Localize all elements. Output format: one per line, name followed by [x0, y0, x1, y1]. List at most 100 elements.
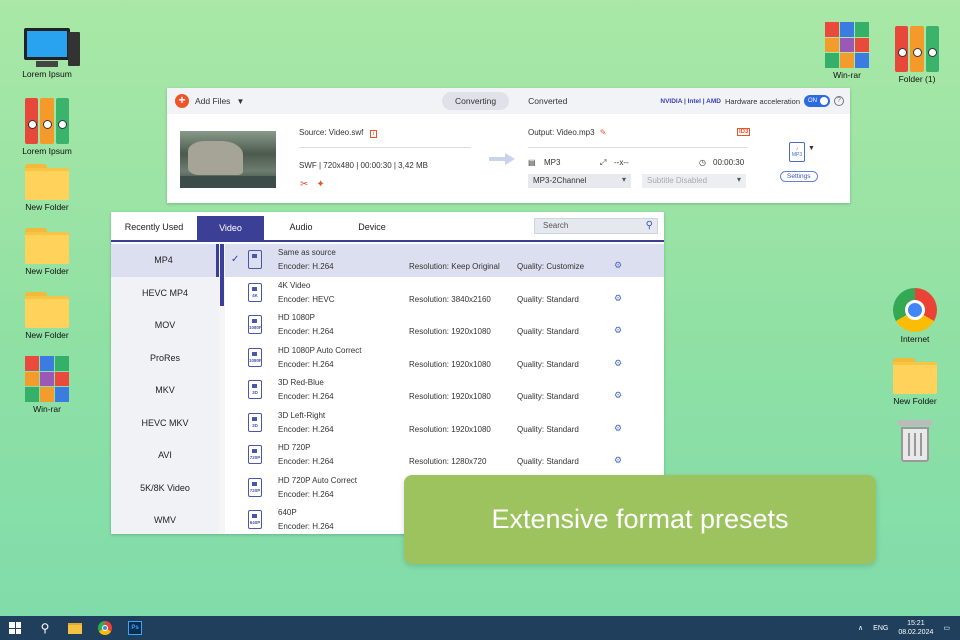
audio-channel-select[interactable]: MP3-2Channel — [528, 174, 631, 188]
desktop-icon-recycle-bin[interactable] — [880, 420, 950, 462]
tab-video[interactable]: Video — [197, 216, 264, 240]
preset-file-icon: 720P — [248, 445, 262, 464]
tab-recently-used[interactable]: Recently Used — [111, 222, 197, 240]
desktop-icon-folder[interactable]: New Folder — [12, 226, 82, 276]
edit-icon[interactable]: ✎ — [600, 128, 607, 137]
category-mp4[interactable]: MP4 — [111, 244, 219, 277]
winrar-icon — [825, 22, 869, 68]
preset-encoder: Encoder: H.264 — [278, 424, 334, 434]
desktop-icon-computer[interactable]: Lorem Ipsum — [12, 28, 82, 79]
desktop-icon-label: Internet — [900, 334, 930, 344]
preset-quality: Quality: Standard — [517, 392, 579, 401]
preset-row[interactable]: ✓ Same as source Encoder: H.264 Resoluti… — [225, 244, 664, 277]
preset-encoder: Encoder: H.264 — [278, 262, 334, 271]
category-mkv[interactable]: MKV — [111, 374, 219, 407]
tab-converting[interactable]: Converting — [442, 92, 510, 110]
system-tray: ∧ ENG 15:21 08.02.2024 ▭ — [858, 616, 950, 640]
clock-icon: ◷ — [699, 158, 706, 167]
plus-icon: + — [175, 94, 189, 108]
desktop-icon-label: Win-rar — [33, 404, 61, 414]
category-prores[interactable]: ProRes — [111, 342, 219, 375]
preset-encoder: Encoder: H.264 — [278, 392, 334, 401]
feature-banner: Extensive format presets — [404, 475, 876, 564]
desktop-icon-internet[interactable]: Internet — [880, 288, 950, 344]
taskbar-photoshop[interactable]: Ps — [120, 616, 150, 640]
preset-quality: Quality: Standard — [517, 294, 579, 304]
chrome-icon — [98, 621, 112, 635]
gear-icon[interactable]: ⚙ — [614, 293, 622, 304]
desktop-icon-binders[interactable]: Folder (1) — [882, 26, 952, 84]
settings-button[interactable]: Settings — [780, 171, 818, 182]
add-files-label: Add Files — [195, 96, 231, 106]
video-thumbnail[interactable] — [180, 131, 276, 188]
preset-quality: Quality: Standard — [517, 457, 579, 466]
desktop-icon-folder[interactable]: New Folder — [880, 356, 950, 406]
effects-icon[interactable]: ✦ — [316, 179, 324, 190]
search-input[interactable]: Search ⚲ — [534, 218, 658, 234]
add-files-button[interactable]: + Add Files ▼ — [175, 94, 244, 108]
preset-row[interactable]: 1080P HD 1080P Encoder: H.264 Resolution… — [225, 309, 664, 342]
hw-brands: NVIDIA | Intel | AMD — [660, 97, 721, 105]
category-wmv[interactable]: WMV — [111, 504, 219, 534]
gear-icon[interactable]: ⚙ — [614, 455, 622, 466]
preset-row[interactable]: 4K 4K Video Encoder: HEVC Resolution: 38… — [225, 277, 664, 310]
category-avi[interactable]: AVI — [111, 439, 219, 472]
chevron-up-icon[interactable]: ∧ — [858, 624, 863, 632]
windows-icon — [9, 622, 21, 634]
cut-icon[interactable]: ✂ — [300, 179, 308, 190]
gear-icon[interactable]: ⚙ — [614, 423, 622, 434]
output-file: Output: Video.mp3 ✎ — [528, 128, 607, 137]
gear-icon[interactable]: ⚙ — [614, 390, 622, 401]
preset-file-icon — [248, 250, 262, 269]
film-icon: ▤ — [528, 158, 536, 167]
start-button[interactable] — [0, 616, 30, 640]
search-button[interactable]: ⚲ — [30, 616, 60, 640]
preset-name: 3D Left-Right — [278, 410, 326, 420]
desktop-icon-winrar[interactable]: Win-rar — [12, 356, 82, 414]
taskbar: ⚲ Ps ∧ ENG 15:21 08.02.2024 ▭ — [0, 616, 960, 640]
preset-file-icon: 1080P — [248, 315, 262, 334]
notification-icon[interactable]: ▭ — [943, 624, 950, 632]
tab-audio[interactable]: Audio — [264, 222, 338, 240]
desktop-icon-label: Lorem Ipsum — [22, 69, 72, 79]
category-hevc-mkv[interactable]: HEVC MKV — [111, 407, 219, 440]
preset-name: HD 1080P — [278, 313, 315, 322]
taskbar-chrome[interactable] — [90, 616, 120, 640]
chevron-down-icon[interactable]: ▼ — [808, 145, 815, 152]
tab-converted[interactable]: Converted — [515, 92, 580, 110]
preset-resolution: Resolution: 1920x1080 — [409, 392, 491, 401]
desktop-icon-winrar[interactable]: Win-rar — [812, 22, 882, 80]
gear-icon[interactable]: ⚙ — [614, 260, 622, 271]
mp3-file-icon[interactable]: ♪ MP3 — [789, 142, 805, 162]
desktop-icon-binders[interactable]: Lorem Ipsum — [12, 98, 82, 156]
desktop-icon-label: New Folder — [893, 396, 937, 406]
format-tabs: Recently Used Video Audio Device Search … — [111, 212, 664, 242]
chrome-icon — [893, 288, 937, 332]
help-icon[interactable]: ? — [834, 96, 844, 106]
gear-icon[interactable]: ⚙ — [614, 358, 622, 369]
gear-icon[interactable]: ⚙ — [614, 325, 622, 336]
search-icon: ⚲ — [40, 621, 50, 635]
taskbar-explorer[interactable] — [60, 616, 90, 640]
preset-row[interactable]: 720P HD 720P Encoder: H.264 Resolution: … — [225, 439, 664, 472]
language-indicator[interactable]: ENG — [873, 625, 888, 632]
preset-row[interactable]: 3D 3D Red-Blue Encoder: H.264 Resolution… — [225, 374, 664, 407]
id3-tag-icon[interactable]: ID3 — [737, 128, 751, 136]
category-mov[interactable]: MOV — [111, 309, 219, 342]
clock[interactable]: 15:21 08.02.2024 — [898, 619, 933, 637]
tab-device[interactable]: Device — [338, 222, 406, 240]
desktop-icon-folder[interactable]: New Folder — [12, 162, 82, 212]
desktop-icon-folder[interactable]: New Folder — [12, 290, 82, 340]
preset-row[interactable]: 1080P HD 1080P Auto Correct Encoder: H.2… — [225, 342, 664, 375]
preset-file-icon: 3D — [248, 380, 262, 399]
preset-row[interactable]: 3D 3D Left-Right Encoder: H.264 Resoluti… — [225, 407, 664, 440]
info-icon[interactable]: i — [369, 130, 377, 138]
preset-encoder: Encoder: H.264 — [278, 457, 334, 466]
search-icon[interactable]: ⚲ — [646, 220, 653, 231]
source-label: Source: Video.swf — [299, 128, 364, 137]
subtitle-select[interactable]: Subtitle Disabled — [642, 174, 746, 188]
category-hevc-mp4[interactable]: HEVC MP4 — [111, 277, 219, 310]
preset-name: 4K Video — [278, 280, 311, 290]
hw-toggle[interactable]: ON — [804, 95, 830, 107]
category-5k8k-video[interactable]: 5K/8K Video — [111, 472, 219, 505]
